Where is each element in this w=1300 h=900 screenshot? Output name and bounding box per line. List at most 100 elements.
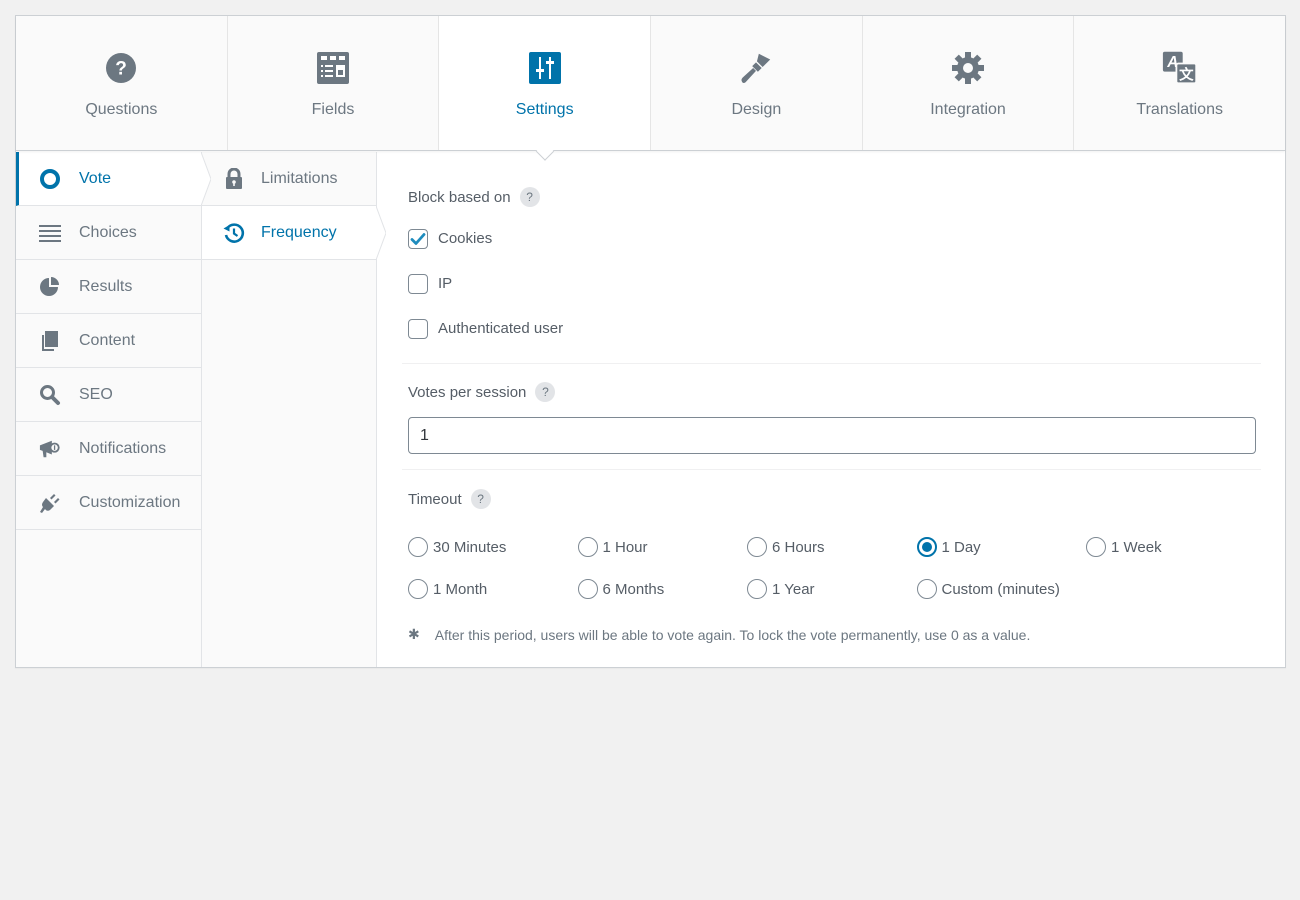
radio-30-minutes[interactable]: 30 Minutes: [408, 536, 578, 558]
tab-design[interactable]: Design: [651, 16, 863, 150]
checkbox-box[interactable]: [408, 273, 428, 294]
help-icon[interactable]: ?: [519, 187, 540, 207]
tab-label: Questions: [85, 101, 158, 118]
block-based-on-label: Block based on ?: [408, 187, 1255, 207]
block-based-on-section: Block based on ? Cookies IP Authenticate…: [408, 152, 1255, 363]
question-circle-icon: ?: [103, 50, 139, 86]
subnav: Limitations Frequency: [202, 152, 386, 667]
active-chevron: [201, 152, 211, 206]
subnav-item-frequency[interactable]: Frequency: [202, 206, 386, 260]
tab-label: Translations: [1136, 101, 1223, 118]
tab-label: Settings: [515, 101, 574, 118]
checkbox-label: Cookies: [438, 230, 493, 247]
sidebar-item-label: Notifications: [79, 439, 167, 457]
checkbox-box[interactable]: [408, 228, 428, 249]
radio-label: 6 Months: [602, 580, 665, 598]
pie-chart-icon: [39, 276, 61, 298]
radio-6-hours[interactable]: 6 Hours: [747, 536, 917, 558]
timeout-radio-group: 30 Minutes 1 Hour 6 Hours 1 Day 1 Week 1…: [408, 536, 1255, 600]
sidebar-item-customization[interactable]: Customization: [16, 476, 201, 530]
field-label-text: Timeout: [408, 490, 462, 508]
radio-6-months[interactable]: 6 Months: [577, 578, 748, 600]
tab-fields[interactable]: Fields: [227, 16, 440, 150]
tab-label: Fields: [311, 101, 355, 118]
checkbox-cookies[interactable]: Cookies: [408, 216, 1255, 261]
fields-form-icon: [315, 50, 351, 86]
radio-button[interactable]: [747, 537, 767, 557]
megaphone-icon: [39, 438, 61, 460]
radio-1-year[interactable]: 1 Year: [747, 578, 917, 600]
field-label-text: Block based on: [408, 188, 511, 206]
timeout-note: ✱ After this period, users will be able …: [408, 626, 1255, 643]
gear-icon: [950, 50, 986, 86]
radio-button[interactable]: [1086, 537, 1106, 557]
radio-button[interactable]: [747, 579, 767, 599]
tab-integration[interactable]: Integration: [862, 16, 1075, 150]
checkbox-ip[interactable]: IP: [408, 261, 1255, 306]
sliders-icon: [527, 50, 563, 86]
radio-button[interactable]: [577, 579, 598, 599]
settings-panel: ? Questions Fields Settings Design Integ…: [15, 15, 1286, 668]
checkmark-icon: [410, 232, 426, 245]
checkbox-label: Authenticated user: [438, 320, 564, 337]
translate-icon: A文: [1162, 50, 1198, 86]
sidebar-item-label: SEO: [79, 385, 113, 403]
svg-text:文: 文: [1179, 66, 1194, 84]
radio-label: 1 Week: [1111, 538, 1162, 556]
tab-questions[interactable]: ? Questions: [16, 16, 228, 150]
copy-icon: [39, 330, 61, 352]
sidebar-item-label: Content: [79, 331, 136, 349]
sidebar-item-notifications[interactable]: Notifications: [16, 422, 201, 476]
checkbox-label: IP: [438, 275, 453, 292]
radio-button[interactable]: [408, 537, 428, 557]
plug-icon: [39, 492, 61, 514]
tab-settings[interactable]: Settings: [439, 16, 652, 150]
checkbox-authenticated-user[interactable]: Authenticated user: [408, 306, 1255, 351]
field-label-text: Votes per session: [408, 383, 527, 401]
radio-1-hour[interactable]: 1 Hour: [577, 536, 748, 558]
svg-text:?: ?: [116, 59, 128, 80]
radio-custom-minutes[interactable]: Custom (minutes): [916, 578, 1087, 600]
sidebar-item-label: Results: [79, 277, 133, 295]
sidebar-item-label: Customization: [79, 493, 181, 511]
timeout-label: Timeout ?: [408, 489, 1255, 509]
radio-1-day[interactable]: 1 Day: [916, 536, 1087, 558]
frequency-settings: Block based on ? Cookies IP Authenticate…: [378, 152, 1285, 667]
radio-1-week[interactable]: 1 Week: [1086, 536, 1256, 558]
sidebar-item-vote[interactable]: Vote: [16, 152, 211, 206]
votes-per-session-input[interactable]: [408, 417, 1256, 454]
sidebar-item-content[interactable]: Content: [16, 314, 201, 368]
radio-button-selected[interactable]: [916, 537, 937, 557]
radio-label: Custom (minutes): [941, 580, 1060, 598]
votes-per-session-section: Votes per session ?: [408, 364, 1256, 469]
radio-label: 6 Hours: [772, 538, 825, 556]
radio-button[interactable]: [916, 579, 937, 599]
top-tabs: ? Questions Fields Settings Design Integ…: [16, 16, 1286, 151]
tab-translations[interactable]: A文 Translations: [1074, 16, 1286, 150]
sidebar-item-label: Vote: [79, 169, 112, 187]
search-icon: [39, 384, 61, 406]
subnav-item-limitations[interactable]: Limitations: [202, 152, 376, 206]
active-chevron: [376, 206, 386, 260]
radio-label: 1 Year: [772, 580, 815, 598]
subnav-item-label: Frequency: [261, 223, 337, 241]
checkbox-box[interactable]: [408, 318, 428, 339]
radio-button[interactable]: [577, 537, 598, 557]
paintbrush-icon: [738, 50, 774, 86]
help-icon[interactable]: ?: [470, 489, 491, 509]
help-icon[interactable]: ?: [535, 382, 556, 402]
tab-label: Integration: [930, 101, 1006, 118]
votes-per-session-label: Votes per session ?: [408, 382, 1255, 402]
radio-label: 1 Month: [433, 580, 488, 598]
sidebar-item-choices[interactable]: Choices: [16, 206, 201, 260]
radio-1-month[interactable]: 1 Month: [408, 578, 578, 600]
lock-icon: [223, 167, 245, 190]
history-icon: [223, 222, 245, 244]
tab-label: Design: [731, 101, 782, 118]
list-icon: [39, 222, 61, 244]
radio-button[interactable]: [408, 579, 428, 599]
sidebar-item-results[interactable]: Results: [16, 260, 201, 314]
sidebar-item-label: Choices: [79, 223, 137, 241]
sidebar-item-seo[interactable]: SEO: [16, 368, 201, 422]
subnav-item-label: Limitations: [261, 169, 338, 187]
